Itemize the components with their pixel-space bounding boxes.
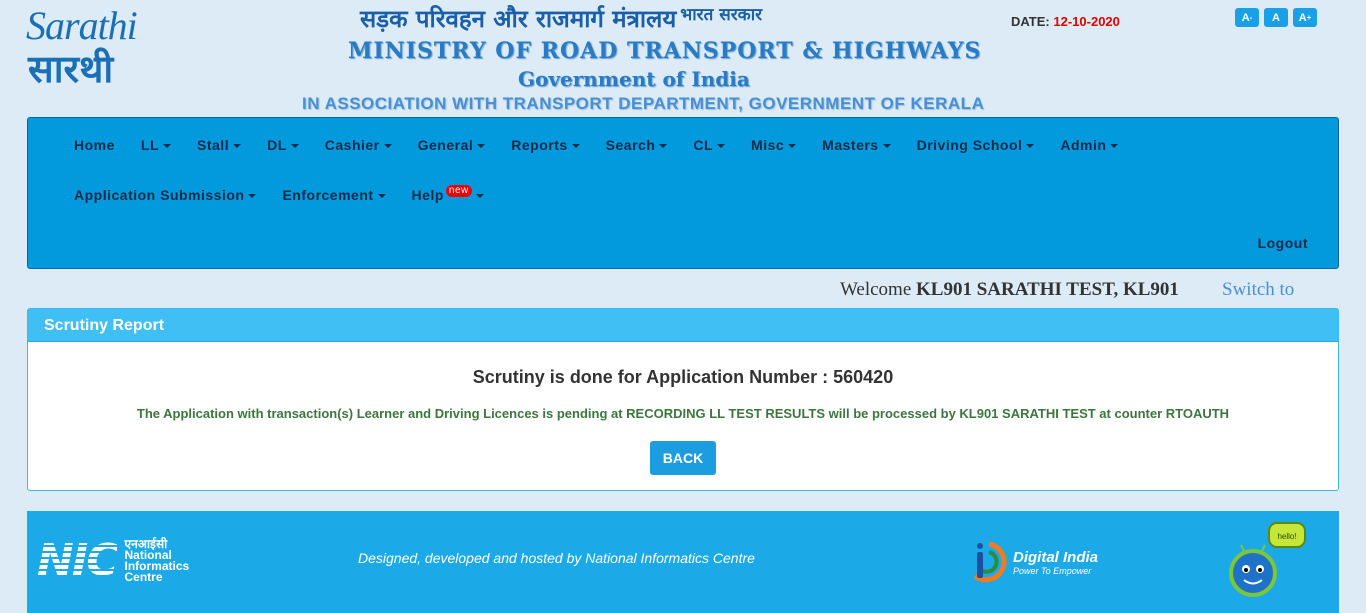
font-increase-button[interactable]: A + <box>1293 8 1317 27</box>
font-size-controls: A- A A + <box>1235 8 1317 27</box>
nav-driving-school[interactable]: Driving School <box>904 135 1048 155</box>
nav-help[interactable]: Help new <box>399 185 497 205</box>
nav-masters[interactable]: Masters <box>809 135 903 155</box>
association-text: IN ASSOCIATION WITH TRANSPORT DEPARTMENT… <box>302 94 985 113</box>
nav-cl[interactable]: CL <box>680 135 738 155</box>
welcome-user: KL901 SARATHI TEST, KL901 <box>916 279 1179 300</box>
nav-search[interactable]: Search <box>593 135 681 155</box>
switch-to-link[interactable]: Switch to <box>1222 279 1294 301</box>
nav-home[interactable]: Home <box>61 135 128 155</box>
nav-reports[interactable]: Reports <box>498 135 592 155</box>
font-decrease-button[interactable]: A- <box>1235 8 1259 27</box>
mascot-speech: hello! <box>1277 532 1296 541</box>
new-badge: new <box>445 185 472 197</box>
nav-row-1: Home LL Stall DL Cashier General Reports… <box>61 135 1131 155</box>
chevron-down-icon <box>882 144 891 149</box>
digital-india-tagline: Power To Empower <box>1013 565 1092 576</box>
nav-enforcement[interactable]: Enforcement <box>269 185 398 205</box>
nav-application-submission[interactable]: Application Submission <box>61 185 269 205</box>
designed-by-text: Designed, developed and hosted by Nation… <box>358 550 755 566</box>
chevron-down-icon <box>233 144 242 149</box>
panel-title: Scrutiny Report <box>28 309 1338 342</box>
nav-ll[interactable]: LL <box>128 135 184 155</box>
nav-misc[interactable]: Misc <box>738 135 809 155</box>
chevron-down-icon <box>477 144 486 149</box>
footer: NIC एनआईसी National Informatics Centre D… <box>27 511 1339 613</box>
scrutiny-message: The Application with transaction(s) Lear… <box>136 406 1230 421</box>
nav-row-2: Application Submission Enforcement Help n… <box>61 185 497 205</box>
ministry-hindi-name: सड़क परिवहन और राजमार्ग मंत्रालय <box>360 5 677 33</box>
nav-stall[interactable]: Stall <box>184 135 254 155</box>
sarathi-logo: Sarathi सारथी <box>26 2 161 92</box>
digital-india-title: Digital India <box>1013 548 1099 566</box>
chevron-down-icon <box>717 144 726 149</box>
chevron-down-icon <box>475 194 484 199</box>
logout-link[interactable]: Logout <box>1258 235 1308 251</box>
scrutiny-report-panel: Scrutiny Report Scrutiny is done for App… <box>27 308 1339 491</box>
ministry-title: MINISTRY OF ROAD TRANSPORT & HIGHWAYS <box>348 38 982 64</box>
scrutiny-heading: Scrutiny is done for Application Number … <box>472 367 894 387</box>
logo-text-hindi: सारथी <box>28 47 114 91</box>
nic-logo-mark: NIC <box>37 535 118 586</box>
font-reset-button[interactable]: A <box>1264 8 1288 27</box>
nic-logo: NIC एनआईसी National Informatics Centre <box>37 535 189 586</box>
chevron-down-icon <box>290 144 299 149</box>
back-button[interactable]: BACK <box>650 441 716 475</box>
digital-india-icon <box>973 541 1007 583</box>
ministry-hindi-title: सड़क परिवहन और राजमार्ग मंत्रालय भारत सरक… <box>360 2 762 35</box>
chevron-down-icon <box>377 194 386 199</box>
date-label: DATE: <box>1011 14 1050 29</box>
nav-admin[interactable]: Admin <box>1047 135 1131 155</box>
goi-title: Government of India <box>518 67 750 91</box>
mascot-icon: hello! <box>1229 522 1306 597</box>
digital-india-logo: Digital India Power To Empower <box>969 538 1098 586</box>
chevron-down-icon <box>1026 144 1035 149</box>
main-navbar: Home LL Stall DL Cashier General Reports… <box>27 117 1339 269</box>
chevron-down-icon <box>248 194 257 199</box>
nic-logo-text: एनआईसी National Informatics Centre <box>124 536 190 584</box>
chevron-down-icon <box>659 144 668 149</box>
bharat-sarkar: भारत सरकार <box>680 5 763 25</box>
chevron-down-icon <box>163 144 172 149</box>
nav-dl[interactable]: DL <box>254 135 312 155</box>
welcome-prefix: Welcome <box>840 279 912 300</box>
welcome-message: Welcome KL901 SARATHI TEST, KL901 <box>840 279 1179 301</box>
chevron-down-icon <box>788 144 797 149</box>
nav-general[interactable]: General <box>405 135 499 155</box>
chevron-down-icon <box>383 144 392 149</box>
chevron-down-icon <box>1110 144 1119 149</box>
chevron-down-icon <box>571 144 580 149</box>
nav-cashier[interactable]: Cashier <box>312 135 405 155</box>
date-display: DATE: 12-10-2020 <box>1011 14 1120 29</box>
date-value: 12-10-2020 <box>1053 14 1120 29</box>
